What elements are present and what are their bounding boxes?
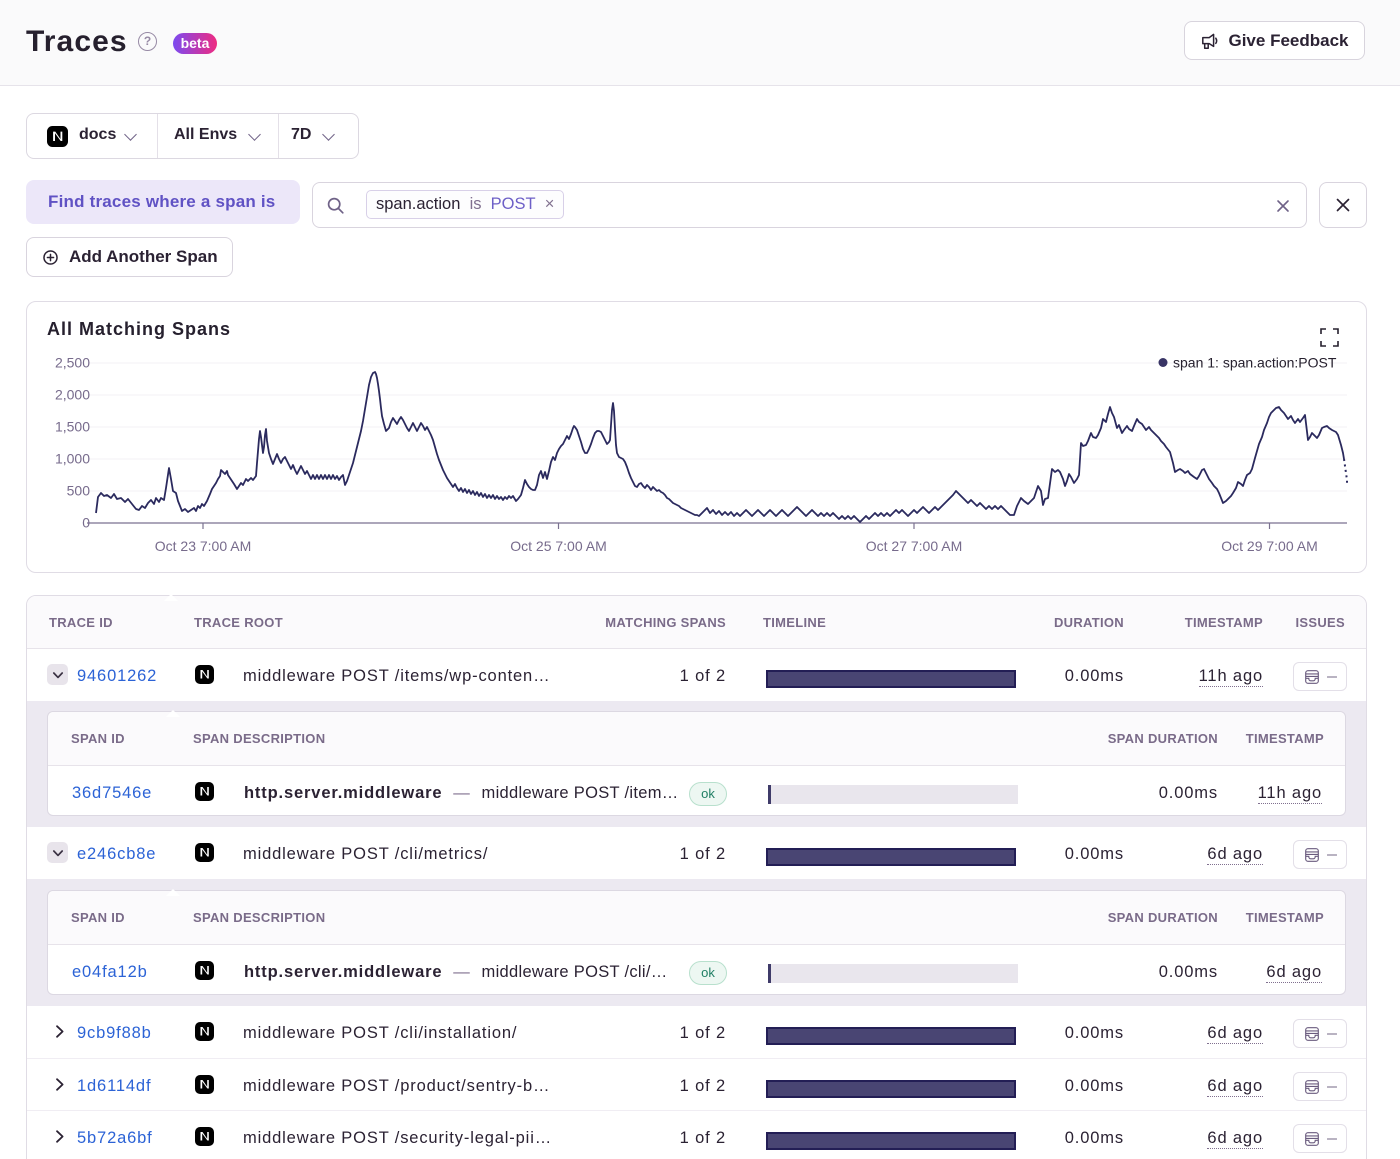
svg-text:500: 500 (67, 483, 91, 499)
svg-text:span 1: span.action:POST: span 1: span.action:POST (1173, 355, 1337, 371)
svg-text:1,000: 1,000 (55, 451, 90, 467)
svg-text:1,500: 1,500 (55, 419, 90, 435)
svg-text:2,500: 2,500 (55, 355, 90, 371)
svg-text:2,000: 2,000 (55, 387, 90, 403)
svg-text:Oct 29 7:00 AM: Oct 29 7:00 AM (1221, 538, 1318, 554)
svg-text:0: 0 (82, 515, 90, 531)
svg-text:Oct 27 7:00 AM: Oct 27 7:00 AM (866, 538, 963, 554)
svg-text:Oct 25 7:00 AM: Oct 25 7:00 AM (510, 538, 607, 554)
svg-text:Oct 23 7:00 AM: Oct 23 7:00 AM (155, 538, 252, 554)
